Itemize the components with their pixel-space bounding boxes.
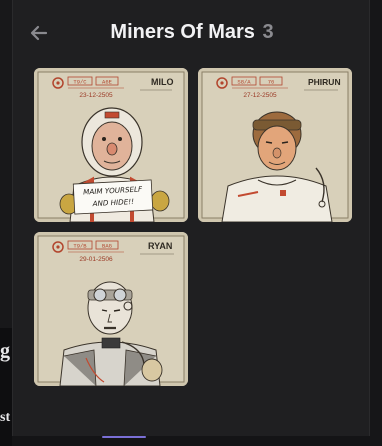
card-date: 23-12-2505 <box>79 92 113 99</box>
card-artwork: S8/A 76 27-12-2505 PHIRUN <box>198 68 352 222</box>
card-id: S8/A <box>237 79 251 86</box>
scroll-gutter <box>370 0 382 446</box>
background-text-fragment: st <box>0 410 11 425</box>
panel-header: Miners Of Mars 3 <box>13 0 371 64</box>
card-id: T9/C <box>73 79 87 86</box>
card-name: MILO <box>151 77 174 87</box>
card-artwork: T9/C A6E 23-12-2505 MILO MAIM YOURSELF A… <box>34 68 188 222</box>
nft-card-ryan[interactable]: T9/B BAG 29-01-2506 RYAN <box>34 232 188 386</box>
card-code: A6E <box>102 79 113 86</box>
background-text-fragment: g <box>0 340 10 362</box>
card-date: 27-12-2505 <box>243 92 277 99</box>
nft-card-milo[interactable]: T9/C A6E 23-12-2505 MILO MAIM YOURSELF A… <box>34 68 188 222</box>
card-name: RYAN <box>148 241 172 251</box>
active-tab-indicator <box>102 436 146 438</box>
card-name: PHIRUN <box>308 77 341 87</box>
card-code: BAG <box>102 243 112 250</box>
collection-name: Miners Of Mars <box>110 21 255 43</box>
background-page: g st <box>0 0 12 446</box>
card-date: 29-01-2506 <box>79 256 113 263</box>
nft-card-phirun[interactable]: S8/A 76 27-12-2505 PHIRUN <box>198 68 352 222</box>
bottom-navigation <box>12 436 370 446</box>
card-id: T9/B <box>73 243 87 250</box>
card-code: 76 <box>268 79 275 86</box>
card-artwork: T9/B BAG 29-01-2506 RYAN <box>34 232 188 386</box>
page-title: Miners Of Mars 3 <box>13 21 371 44</box>
collection-panel: Miners Of Mars 3 T9/C A6E 23-12-2505 MIL… <box>12 0 370 436</box>
item-count: 3 <box>262 21 274 43</box>
